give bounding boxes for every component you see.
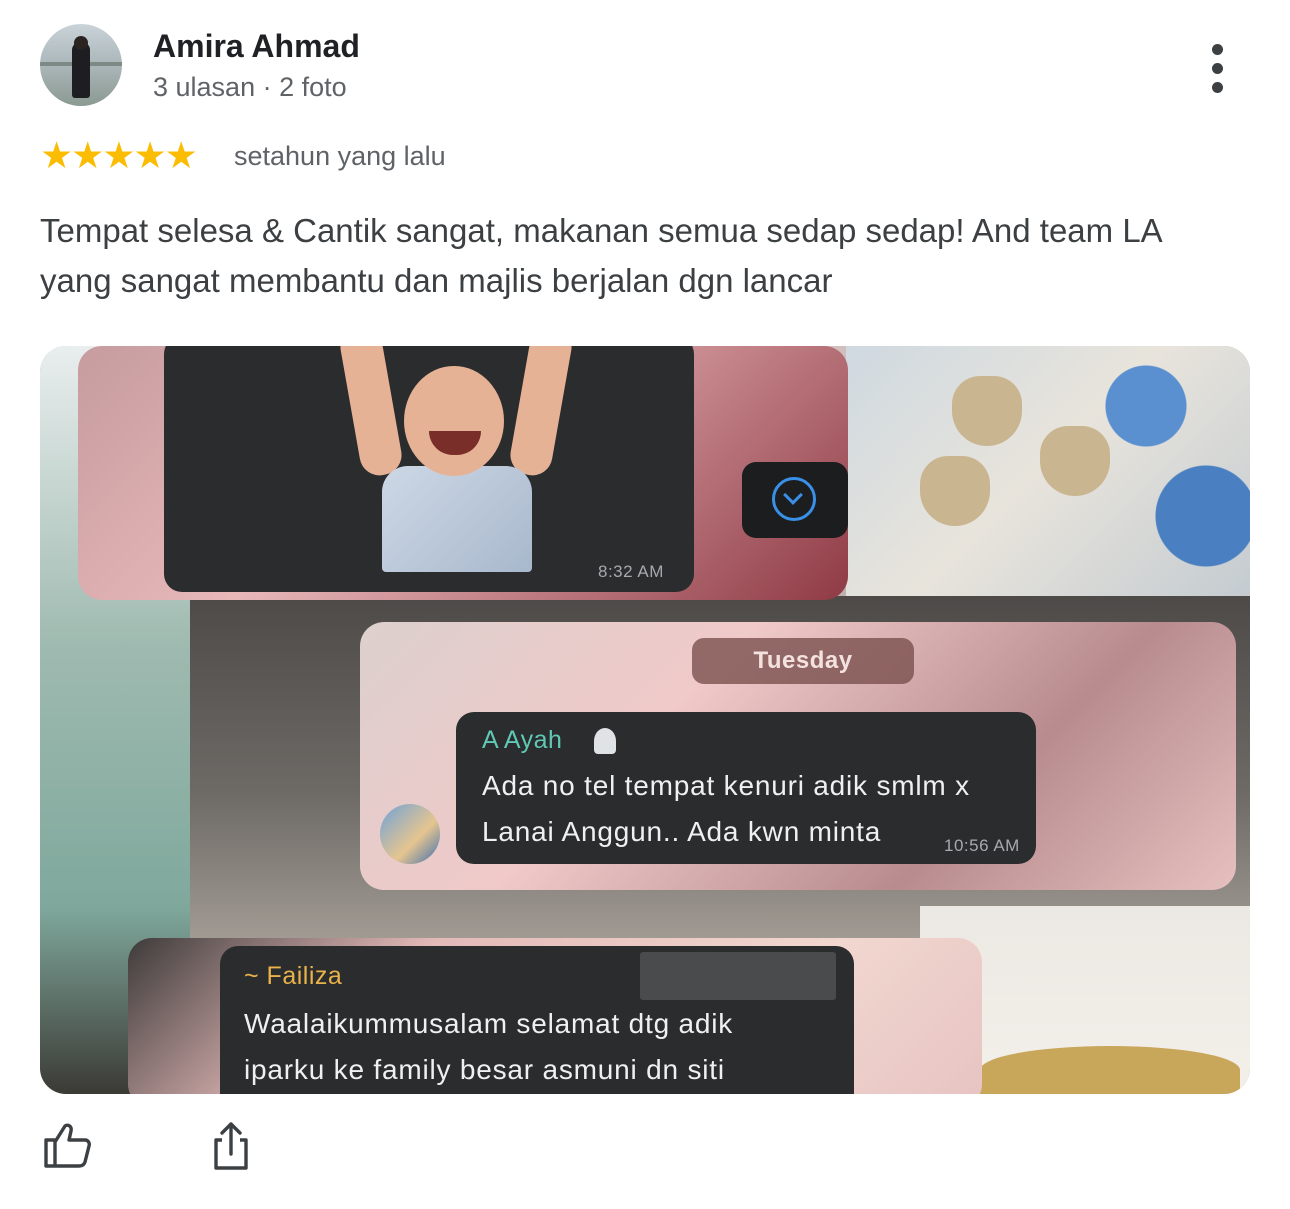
reviewer-meta: 3 ulasan · 2 foto [153, 72, 347, 102]
message-line: Ada no tel tempat kenuri adik smlm x [482, 770, 970, 801]
sender-name: A Ayah [482, 726, 563, 754]
star-rating: ★★★★★ [40, 135, 198, 176]
share-icon [214, 1122, 248, 1170]
thumb-up-icon [44, 1123, 91, 1168]
redacted-block [640, 952, 836, 1000]
sender-avatar [380, 804, 440, 864]
message-bubble: ~ Failiza Waalaikummusalam selamat dtg a… [220, 946, 854, 1094]
chat-card-reply: ~ Failiza Waalaikummusalam selamat dtg a… [128, 938, 982, 1094]
sticker-arm [337, 346, 405, 479]
photo-lamp [952, 376, 1022, 446]
message-bubble: A Ayah Ada no tel tempat kenuri adik sml… [456, 712, 1036, 864]
more-vert-icon-dot [1212, 63, 1223, 74]
message-line: iparku ke family besar asmuni dn siti [244, 1054, 725, 1085]
photo-food [980, 1046, 1240, 1094]
photo-lamp [920, 456, 990, 526]
review-actions [40, 1118, 340, 1188]
message-time: 8:32 AM [598, 562, 664, 581]
review-time: setahun yang lalu [234, 141, 446, 171]
avatar-head [74, 36, 88, 50]
like-button[interactable] [40, 1118, 110, 1188]
day-divider: Tuesday [692, 638, 914, 684]
sticker-arm [507, 346, 575, 479]
sticker-face [404, 366, 504, 476]
more-options-button[interactable] [1200, 40, 1236, 96]
avatar-person [72, 42, 90, 98]
share-button[interactable] [206, 1118, 276, 1188]
avatar[interactable] [40, 24, 122, 106]
review-text: Tempat selesa & Cantik sangat, makanan s… [40, 212, 1161, 299]
person-emoji-icon [594, 728, 616, 754]
photo-lamp [1040, 426, 1110, 496]
review-header: Amira Ahmad 3 ulasan · 2 foto [40, 24, 1250, 108]
review-photo[interactable]: 8:32 AM Tuesday A Ayah Ada no tel tempat… [40, 346, 1250, 1094]
message-time: 10:56 AM [944, 836, 1020, 855]
chat-card-message: Tuesday A Ayah Ada no tel tempat kenuri … [360, 622, 1236, 890]
more-vert-icon-dot [1212, 82, 1223, 93]
more-vert-icon [1212, 44, 1223, 55]
sender-name: ~ Failiza [244, 962, 343, 990]
scroll-down-button[interactable] [742, 462, 848, 538]
message-line: Waalaikummusalam selamat dtg adik [244, 1008, 734, 1039]
sticker-bubble [164, 346, 694, 592]
reviewer-name[interactable]: Amira Ahmad [153, 28, 360, 65]
sticker-body [382, 466, 532, 572]
message-line: Lanai Anggun.. Ada kwn minta [482, 816, 882, 847]
chat-card-sticker: 8:32 AM [78, 346, 848, 600]
